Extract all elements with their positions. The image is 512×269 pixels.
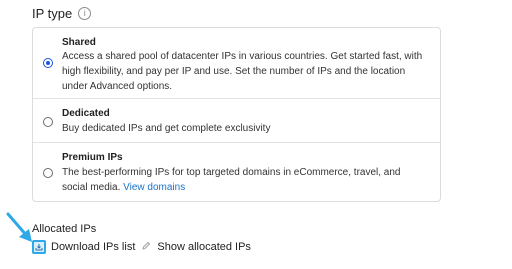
- option-description: The best-performing IPs for top targeted…: [62, 165, 428, 195]
- option-title: Shared: [62, 37, 96, 48]
- option-shared[interactable]: Shared Access a shared pool of datacente…: [33, 28, 440, 99]
- pencil-icon: [141, 241, 151, 254]
- ip-type-heading: IP type i: [32, 6, 92, 21]
- option-dedicated[interactable]: Dedicated Buy dedicated IPs and get comp…: [33, 98, 440, 143]
- ip-type-title: IP type: [32, 6, 73, 21]
- allocated-ips-heading: Allocated IPs: [32, 223, 97, 235]
- show-allocated-ips-button[interactable]: Show allocated IPs: [157, 241, 251, 253]
- option-title: Premium IPs: [62, 152, 123, 163]
- option-premium[interactable]: Premium IPs The best-performing IPs for …: [33, 142, 440, 202]
- pointer-arrow-icon: [6, 212, 32, 242]
- view-domains-link[interactable]: View domains: [123, 182, 185, 193]
- allocated-ips-actions: Download IPs list Show allocated IPs: [32, 240, 251, 254]
- radio-shared[interactable]: [43, 58, 53, 68]
- ip-type-options: Shared Access a shared pool of datacente…: [32, 27, 441, 202]
- radio-premium[interactable]: [43, 168, 53, 178]
- option-description: Access a shared pool of datacenter IPs i…: [62, 51, 423, 92]
- option-description-text: The best-performing IPs for top targeted…: [62, 167, 401, 193]
- option-description: Buy dedicated IPs and get complete exclu…: [62, 123, 271, 134]
- option-title: Dedicated: [62, 108, 110, 119]
- info-icon[interactable]: i: [78, 7, 92, 20]
- radio-dedicated[interactable]: [43, 117, 53, 127]
- download-ips-list-button[interactable]: Download IPs list: [51, 241, 135, 253]
